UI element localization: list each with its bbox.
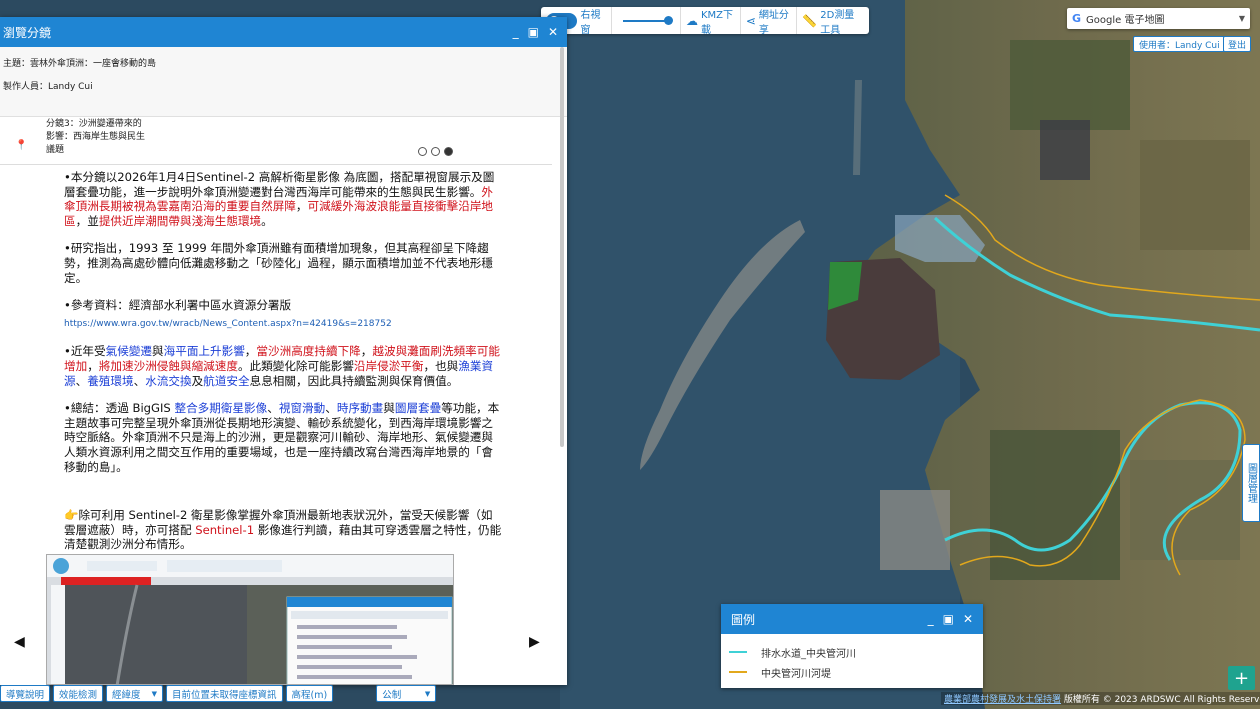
- share-url-button[interactable]: ⋖ 網址分享: [741, 7, 798, 36]
- pointing-hand-icon: 👉: [64, 508, 79, 522]
- chevron-down-icon: ▼: [1238, 14, 1245, 23]
- storyboard-header: 瀏覽分鏡 _ ▣ ✕: [0, 17, 567, 47]
- reference-link[interactable]: https://www.wra.gov.tw/wracb/News_Conten…: [64, 317, 504, 332]
- legend-item: 中央管河川河堤: [721, 662, 983, 682]
- chevron-down-icon: ▼: [424, 689, 431, 698]
- unit-select[interactable]: 公制 ▼: [376, 685, 437, 702]
- google-logo-icon: G: [1072, 12, 1082, 25]
- elevation-info: 高程(m): [285, 685, 334, 702]
- legend-panel: 圖例 _ ▣ ✕ 排水水道_中央管河川 中央管河川河堤: [721, 604, 983, 688]
- legend-swatch: [729, 651, 747, 653]
- minimize-icon[interactable]: _: [513, 25, 519, 39]
- storyboard-panel: 瀏覽分鏡 _ ▣ ✕ 主題：雲林外傘頂洲：一座會移動的島 製作人員：Landy …: [0, 17, 567, 685]
- guide-button[interactable]: 導覽說明: [0, 685, 51, 702]
- paragraph-climate: •近年受氣候變遷與海平面上升影響，當沙洲高度持續下降，越波與灘面刷洗頻率可能增加…: [64, 344, 500, 388]
- story-meta: 主題：雲林外傘頂洲：一座會移動的島 製作人員：Landy Cui: [0, 47, 567, 117]
- close-icon[interactable]: ✕: [963, 612, 973, 626]
- reference-label: •參考資料：經濟部水利署中區水資源分署版: [64, 298, 292, 313]
- legend-label: 排水水道_中央管河川: [761, 648, 856, 660]
- map-toolbar: 右視窗 ☁ KMZ下載 ⋖ 網址分享 📏 2D測量工具: [541, 7, 869, 36]
- paragraph-note: 👉除可利用 Sentinel-2 衛星影像掌握外傘頂洲最新地表狀況外，當受天候影…: [64, 508, 502, 552]
- storyboard-title: 瀏覽分鏡: [3, 25, 52, 40]
- cloud-download-icon: ☁: [685, 13, 698, 28]
- legend-header: 圖例 _ ▣ ✕: [721, 604, 983, 634]
- pager-dot[interactable]: [418, 147, 427, 156]
- measure-label: 2D測量工具: [820, 9, 855, 36]
- share-icon: ⋖: [745, 13, 756, 28]
- chapter-header: 📍 分鏡3：沙洲變遷帶來的影響：西海岸生態與民生議題: [0, 117, 552, 165]
- user-info[interactable]: 使用者：Landy Cui: [1133, 36, 1226, 52]
- chapter-title: 分鏡3：沙洲變遷帶來的影響：西海岸生態與民生議題: [46, 119, 146, 155]
- paragraph-intro: •本分鏡以2026年1月4日Sentinel-2 高解析衛星影像 為底圖，搭配單…: [64, 170, 495, 228]
- copyright-text: 版權所有 © 2023 ARDSWC All Rights Reserved: [1061, 695, 1260, 705]
- scrollbar[interactable]: [560, 47, 564, 447]
- basemap-select[interactable]: G Google 電子地圖 ▼: [1067, 8, 1250, 29]
- minimize-icon[interactable]: _: [928, 612, 934, 626]
- plus-icon: +: [1233, 667, 1250, 689]
- thumbnail-image: [47, 555, 453, 684]
- topic-text: 主題：雲林外傘頂洲：一座會移動的島: [3, 59, 157, 69]
- paragraph-research: •研究指出，1993 至 1999 年間外傘頂洲雖有面積增加現象，但其高程卻呈下…: [64, 241, 493, 285]
- legend-item: 排水水道_中央管河川: [721, 642, 983, 662]
- legend-label: 中央管河川河堤: [761, 668, 831, 680]
- measure-tool-button[interactable]: 📏 2D測量工具: [797, 7, 869, 36]
- pager-dot-active[interactable]: [444, 147, 453, 156]
- pager-dot[interactable]: [431, 147, 440, 156]
- share-label: 網址分享: [758, 9, 789, 36]
- legend-title: 圖例: [731, 612, 756, 627]
- kmz-download-button[interactable]: ☁ KMZ下載: [681, 7, 741, 36]
- copyright: 農業部農村發展及水土保持署 版權所有 © 2023 ARDSWC All Rig…: [941, 692, 1260, 705]
- chapter-pager: [418, 147, 453, 156]
- opacity-slider[interactable]: [612, 7, 681, 34]
- maximize-icon[interactable]: ▣: [943, 612, 954, 626]
- location-pin-icon[interactable]: 📍: [15, 140, 27, 151]
- layer-manager-tab[interactable]: 圖層管理: [1242, 444, 1260, 522]
- paragraph-summary: •總結：透過 BigGIS 整合多期衛星影像、視窗滑動、時序動畫與圖層套疊等功能…: [64, 401, 500, 474]
- next-arrow-icon[interactable]: ▶: [529, 634, 540, 650]
- agency-link[interactable]: 農業部農村發展及水土保持署: [944, 695, 1061, 705]
- logout-button[interactable]: 登出: [1223, 36, 1252, 52]
- paragraph-reference: •參考資料：經濟部水利署中區水資源分署版 https://www.wra.gov…: [64, 298, 504, 331]
- coord-select[interactable]: 經緯度 ▼: [106, 685, 164, 702]
- add-button[interactable]: +: [1228, 666, 1255, 690]
- author-text: 製作人員：Landy Cui: [3, 82, 93, 92]
- unit-select-label: 公制: [382, 689, 402, 701]
- right-window-label: 右視窗: [580, 9, 601, 36]
- previous-arrow-icon[interactable]: ◀: [14, 634, 25, 650]
- window-controls: _ ▣ ✕: [928, 612, 973, 626]
- kmz-label: KMZ下載: [700, 9, 734, 36]
- screenshot-thumbnail: [46, 554, 454, 685]
- slider-track[interactable]: [622, 15, 673, 25]
- window-controls: _ ▣ ✕: [513, 25, 558, 39]
- basemap-label: Google 電子地圖: [1086, 15, 1165, 26]
- maximize-icon[interactable]: ▣: [528, 25, 539, 39]
- performance-button[interactable]: 效能檢測: [53, 685, 104, 702]
- ruler-icon: 📏: [802, 13, 818, 28]
- bottom-bar: 導覽說明 效能檢測 經緯度 ▼ 目前位置未取得座標資訊 高程(m) 公制 ▼: [0, 685, 437, 705]
- coord-select-label: 經緯度: [112, 689, 141, 701]
- legend-swatch: [729, 671, 747, 673]
- position-info: 目前位置未取得座標資訊: [166, 685, 283, 702]
- story-content: •本分鏡以2026年1月4日Sentinel-2 高解析衛星影像 為底圖，搭配單…: [64, 170, 504, 487]
- close-icon[interactable]: ✕: [548, 25, 558, 39]
- chevron-down-icon: ▼: [151, 689, 158, 698]
